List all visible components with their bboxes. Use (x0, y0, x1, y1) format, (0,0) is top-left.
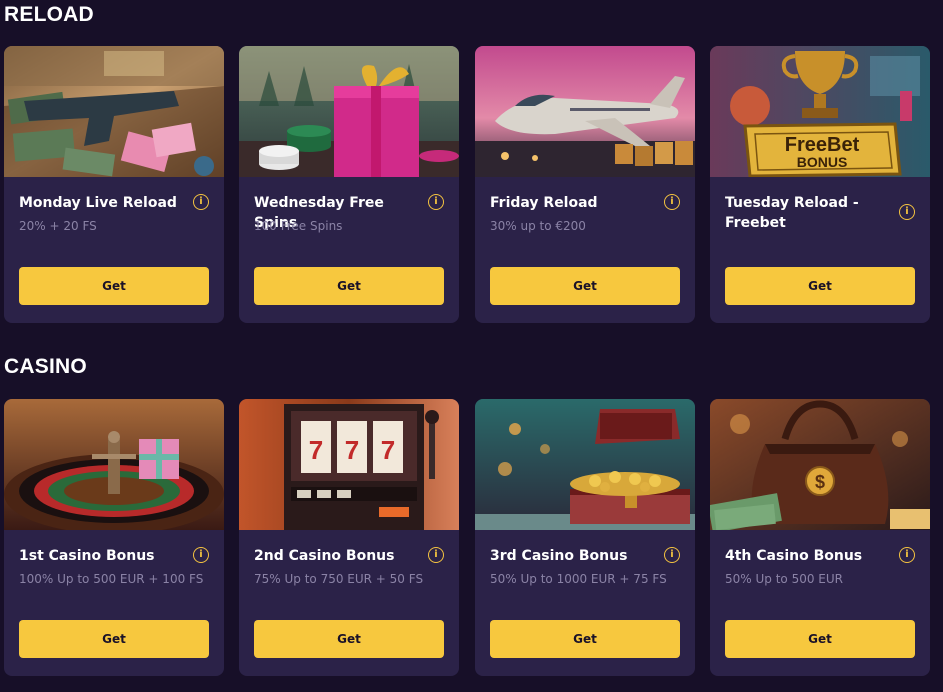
get-button[interactable]: Get (19, 620, 209, 658)
freebet-image-text: FreeBet (785, 134, 860, 156)
bonus-card-4th-casino-bonus: $ 4th Casino Bonus 50% Up to 500 EUR i G… (710, 399, 930, 676)
get-button[interactable]: Get (725, 620, 915, 658)
get-button[interactable]: Get (490, 267, 680, 305)
bonus-card-monday-live-reload: Monday Live Reload 20% + 20 FS i Get (4, 46, 224, 323)
get-button[interactable]: Get (725, 267, 915, 305)
card-subtitle: 50% Up to 1000 EUR + 75 FS (490, 572, 667, 586)
private-jet-image (475, 46, 695, 177)
treasure-chest-image (475, 399, 695, 530)
bonus-card-friday-reload: Friday Reload 30% up to €200 i Get (475, 46, 695, 323)
slot-machine-image: 7 7 7 (239, 399, 459, 530)
card-title: 4th Casino Bonus (725, 548, 863, 564)
dollar-sign-image-text: $ (815, 472, 825, 492)
card-subtitle: 100 Free Spins (254, 219, 343, 233)
section-title-reload: RELOAD (4, 3, 94, 26)
card-subtitle: 50% Up to 500 EUR (725, 572, 843, 586)
bonus-card-wednesday-free-spins: Wednesday Free Spins 100 Free Spins i Ge… (239, 46, 459, 323)
get-button[interactable]: Get (490, 620, 680, 658)
gift-box-and-chips-image (239, 46, 459, 177)
card-subtitle: 30% up to €200 (490, 219, 586, 233)
slot-reel-seven: 7 (345, 435, 359, 465)
info-icon[interactable]: i (899, 204, 915, 220)
card-title: 2nd Casino Bonus (254, 548, 395, 564)
card-title: 3rd Casino Bonus (490, 548, 628, 564)
bonus-image-text: BONUS (797, 154, 848, 170)
slot-reel-seven: 7 (381, 435, 395, 465)
card-title: 1st Casino Bonus (19, 548, 155, 564)
gun-and-cards-image (4, 46, 224, 177)
bonus-card-tuesday-reload-freebet: FreeBet BONUS Tuesday Reload - Freebet i… (710, 46, 930, 323)
get-button[interactable]: Get (254, 267, 444, 305)
card-title: Friday Reload (490, 195, 598, 211)
info-icon[interactable]: i (664, 547, 680, 563)
info-icon[interactable]: i (428, 194, 444, 210)
info-icon[interactable]: i (428, 547, 444, 563)
bonus-card-2nd-casino-bonus: 7 7 7 2nd Casino Bonus 75% Up to 750 EUR… (239, 399, 459, 676)
bonus-card-1st-casino-bonus: 1st Casino Bonus 100% Up to 500 EUR + 10… (4, 399, 224, 676)
card-subtitle: 100% Up to 500 EUR + 100 FS (19, 572, 204, 586)
info-icon[interactable]: i (193, 194, 209, 210)
card-subtitle: 75% Up to 750 EUR + 50 FS (254, 572, 424, 586)
roulette-wheel-image (4, 399, 224, 530)
get-button[interactable]: Get (19, 267, 209, 305)
info-icon[interactable]: i (664, 194, 680, 210)
card-title: Monday Live Reload (19, 195, 177, 211)
card-subtitle: 20% + 20 FS (19, 219, 97, 233)
bonus-card-3rd-casino-bonus: 3rd Casino Bonus 50% Up to 1000 EUR + 75… (475, 399, 695, 676)
slot-reel-seven: 7 (309, 435, 323, 465)
info-icon[interactable]: i (899, 547, 915, 563)
info-icon[interactable]: i (193, 547, 209, 563)
card-title: Tuesday Reload - Freebet (725, 195, 859, 231)
get-button[interactable]: Get (254, 620, 444, 658)
section-title-casino: CASINO (4, 355, 87, 378)
freebet-bonus-trophy-image: FreeBet BONUS (710, 46, 930, 177)
money-bag-image: $ (710, 399, 930, 530)
